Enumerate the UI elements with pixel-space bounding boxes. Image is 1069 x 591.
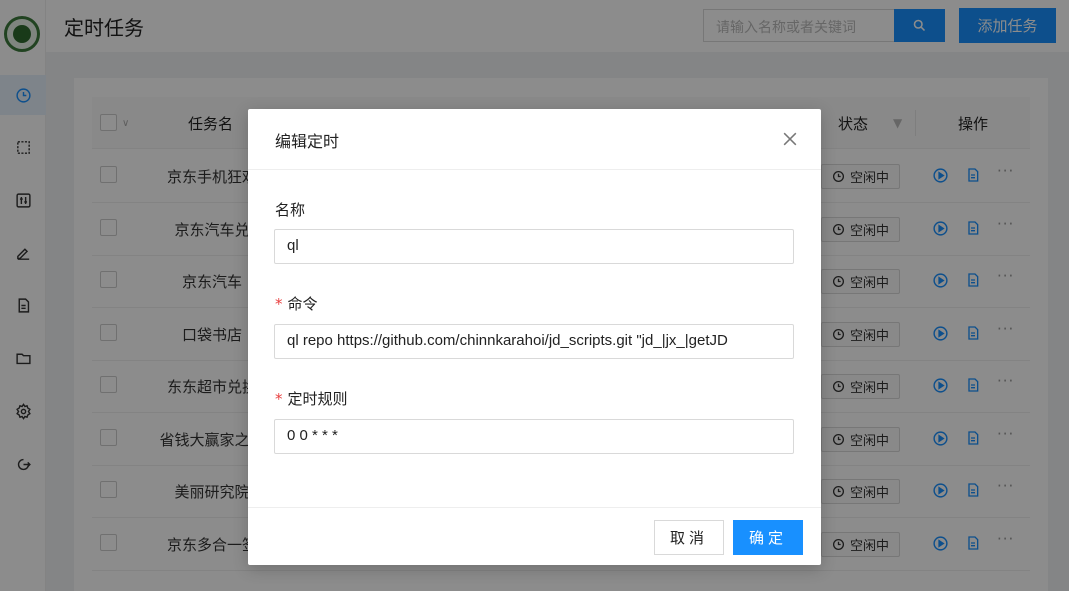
name-field[interactable]: ql — [274, 229, 794, 264]
required-mark: * — [275, 390, 283, 408]
modal-footer: 取消 确定 — [248, 507, 821, 565]
modal-header: 编辑定时 — [248, 109, 821, 170]
edit-cron-modal: 编辑定时 名称 ql * 命令 ql repo https://github.co… — [248, 109, 821, 565]
ok-button[interactable]: 确定 — [733, 520, 803, 555]
command-field[interactable]: ql repo https://github.com/chinnkarahoi/… — [274, 324, 794, 359]
required-mark: * — [275, 295, 283, 313]
close-icon[interactable] — [780, 129, 800, 149]
name-label: 名称 — [275, 201, 306, 219]
schedule-label: * 定时规则 — [275, 388, 348, 409]
command-label: * 命令 — [275, 293, 318, 314]
schedule-field[interactable]: 0 0 * * * — [274, 419, 794, 454]
modal-title: 编辑定时 — [275, 132, 340, 151]
command-label-text: 命令 — [287, 295, 318, 313]
cancel-button[interactable]: 取消 — [654, 520, 724, 555]
schedule-label-text: 定时规则 — [287, 390, 348, 408]
